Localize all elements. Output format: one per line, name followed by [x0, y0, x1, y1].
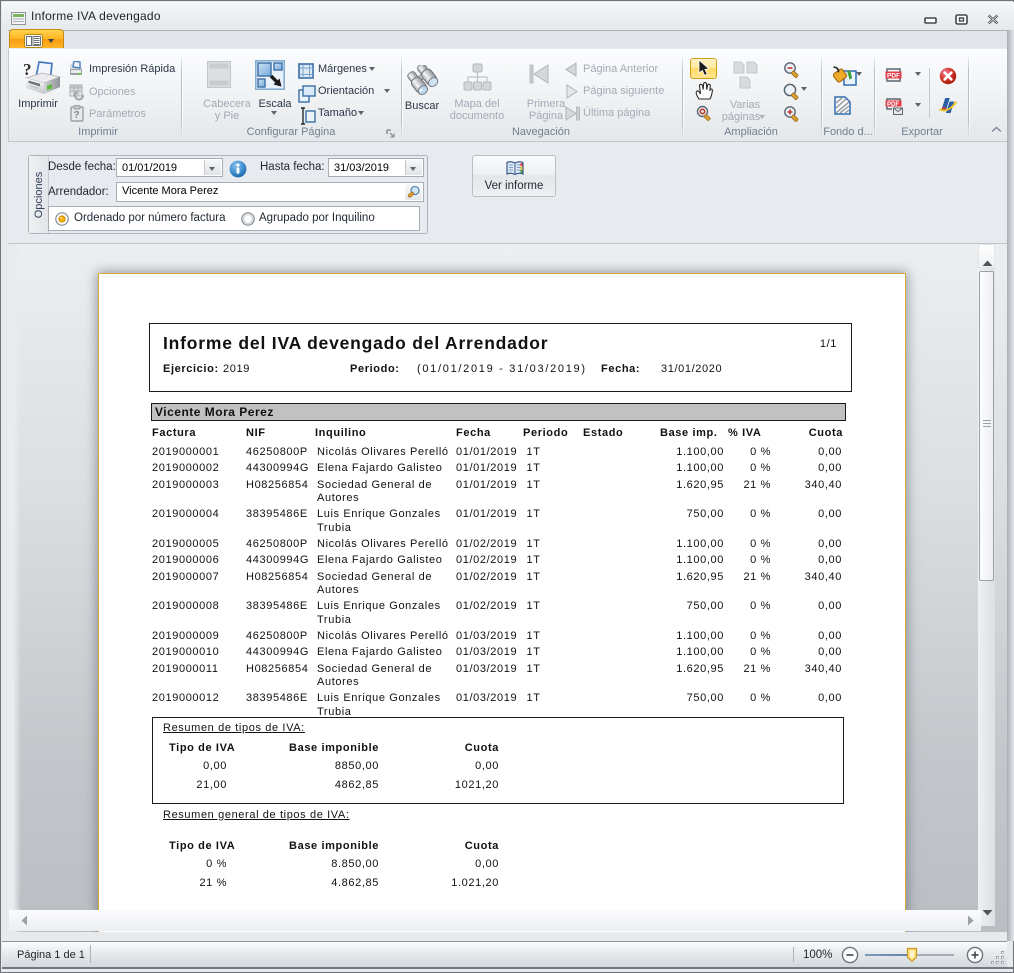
- svg-text:PDF: PDF: [887, 72, 900, 79]
- svg-text:PDF: PDF: [887, 102, 899, 108]
- svg-text:?: ?: [23, 60, 32, 79]
- svg-text:?: ?: [74, 110, 80, 121]
